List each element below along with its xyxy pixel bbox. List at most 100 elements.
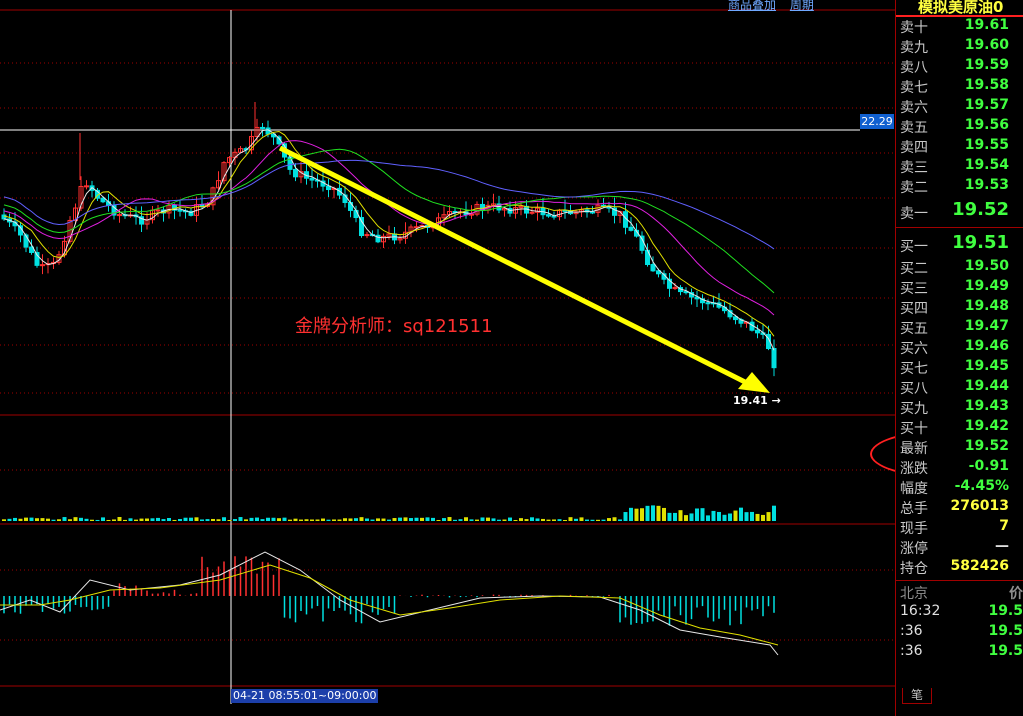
candle-body <box>1 214 7 220</box>
stat-label: 幅度 <box>900 481 928 497</box>
ask-level-label: 卖四 <box>900 140 928 156</box>
ask-level-label: 卖九 <box>900 40 928 56</box>
volume-bar <box>772 505 776 521</box>
bid-level-row[interactable]: 买五 19.47 <box>896 318 1023 338</box>
tick-row[interactable]: 16:32 19.5 <box>896 603 1023 623</box>
ask-1-label: 卖一 <box>900 206 928 222</box>
ask-level-label: 卖七 <box>900 80 928 96</box>
ask-level-row[interactable]: 卖四 19.55 <box>896 137 1023 157</box>
volume-bar <box>541 518 545 521</box>
kline-chart-svg[interactable] <box>0 0 895 716</box>
stat-value: — <box>995 538 1009 554</box>
volume-bar <box>629 507 633 521</box>
volume-bar <box>128 518 133 521</box>
volume-bar <box>651 505 655 521</box>
bid-level-row[interactable]: 买十 19.42 <box>896 418 1023 438</box>
volume-bar <box>568 517 573 521</box>
ask-level-value: 19.61 <box>964 17 1009 33</box>
volume-bar <box>645 505 650 521</box>
candle-body <box>771 348 777 369</box>
volume-bar <box>172 519 177 521</box>
ask-level-row[interactable]: 卖二 19.53 <box>896 177 1023 197</box>
ask-level-row[interactable]: 卖七 19.58 <box>896 77 1023 97</box>
volume-bar <box>546 519 551 521</box>
tab-ticks[interactable]: 笔 <box>902 688 932 704</box>
volume-bar <box>183 517 188 521</box>
candle-body <box>293 168 298 178</box>
stat-row[interactable]: 涨停 — <box>896 538 1023 558</box>
stat-value: -4.45% <box>954 478 1009 494</box>
volume-bar <box>68 519 72 521</box>
tick-row[interactable]: :36 19.5 <box>896 643 1023 663</box>
candle-body <box>84 185 89 188</box>
ask-level-row[interactable]: 卖八 19.59 <box>896 57 1023 77</box>
tick-list: 16:32 19.5:36 19.5:36 19.5 <box>896 603 1023 663</box>
candle-body <box>628 226 634 231</box>
volume-bar <box>420 517 424 521</box>
volume-bar <box>150 518 155 521</box>
stat-value: 7 <box>999 518 1009 534</box>
bid-1-row[interactable]: 买一 19.51 <box>896 230 1023 258</box>
volume-bar <box>57 519 61 521</box>
volume-bar <box>337 519 342 521</box>
bid-level-row[interactable]: 买二 19.50 <box>896 258 1023 278</box>
volume-bar <box>304 519 309 521</box>
bid-level-row[interactable]: 买八 19.44 <box>896 378 1023 398</box>
candle-body <box>364 234 370 237</box>
bid-level-row[interactable]: 买七 19.45 <box>896 358 1023 378</box>
link-overlay[interactable]: 商品叠加 <box>728 0 776 12</box>
bid-list: 买二 19.50 买三 19.49 买四 19.48 买五 19.47 买六 19.46 买七 19.… <box>896 258 1023 438</box>
bid-level-row[interactable]: 买四 19.48 <box>896 298 1023 318</box>
volume-bar <box>112 519 116 521</box>
volume-bar <box>244 519 248 521</box>
ask-level-row[interactable]: 卖六 19.57 <box>896 97 1023 117</box>
volume-bar <box>222 517 226 521</box>
link-period[interactable]: 周期 <box>790 0 814 12</box>
stat-value: 19.52 <box>964 438 1009 454</box>
stat-row[interactable]: 幅度 -4.45% <box>896 478 1023 498</box>
volume-bar <box>354 518 358 521</box>
bid-level-label: 买十 <box>900 421 928 437</box>
volume-bar <box>84 518 89 521</box>
volume-bar <box>618 519 622 521</box>
bid-level-value: 19.45 <box>964 358 1009 374</box>
tick-row[interactable]: :36 19.5 <box>896 623 1023 643</box>
candle-body <box>672 287 678 290</box>
ask-1-row[interactable]: 卖一 19.52 <box>896 197 1023 225</box>
volume-bar <box>502 519 507 521</box>
bid-level-label: 买三 <box>900 281 928 297</box>
ask-level-row[interactable]: 卖三 19.54 <box>896 157 1023 177</box>
volume-bar <box>447 517 452 521</box>
stat-label: 涨跌 <box>900 461 928 477</box>
stat-row[interactable]: 总手 276013 <box>896 498 1023 518</box>
tick-label: :36 <box>900 643 923 659</box>
ask-level-row[interactable]: 卖五 19.56 <box>896 117 1023 137</box>
volume-bar <box>557 519 562 521</box>
volume-bar <box>519 518 523 521</box>
volume-bar <box>469 519 474 521</box>
volume-bar <box>376 518 380 521</box>
ask-level-row[interactable]: 卖九 19.60 <box>896 37 1023 57</box>
bid-level-row[interactable]: 买九 19.43 <box>896 398 1023 418</box>
volume-bar <box>359 517 364 521</box>
stat-row[interactable]: 现手 7 <box>896 518 1023 538</box>
volume-bar <box>739 507 743 521</box>
ask-level-label: 卖十 <box>900 20 928 36</box>
volume-bar <box>634 508 639 521</box>
stat-label: 最新 <box>900 441 928 457</box>
ask-level-label: 卖二 <box>900 180 928 196</box>
bid-level-row[interactable]: 买三 19.49 <box>896 278 1023 298</box>
bid-level-row[interactable]: 买六 19.46 <box>896 338 1023 358</box>
volume-bar <box>167 518 171 521</box>
bid-level-label: 买二 <box>900 261 928 277</box>
bid-level-label: 买四 <box>900 301 928 317</box>
kline-chart-area[interactable]: 商品叠加 周期 22.29 金牌分析师：sq121511 19.41 → 04-… <box>0 0 1022 716</box>
stat-row[interactable]: 持仓 582426 <box>896 558 1023 578</box>
candle-body <box>529 211 535 214</box>
ask-level-value: 19.58 <box>964 77 1009 93</box>
ask-level-row[interactable]: 卖十 19.61 <box>896 17 1023 37</box>
tick-label: 16:32 <box>900 603 941 619</box>
stat-row[interactable]: 最新 19.52 <box>896 438 1023 458</box>
volume-bar <box>563 519 567 521</box>
stat-row[interactable]: 涨跌 -0.91 <box>896 458 1023 478</box>
